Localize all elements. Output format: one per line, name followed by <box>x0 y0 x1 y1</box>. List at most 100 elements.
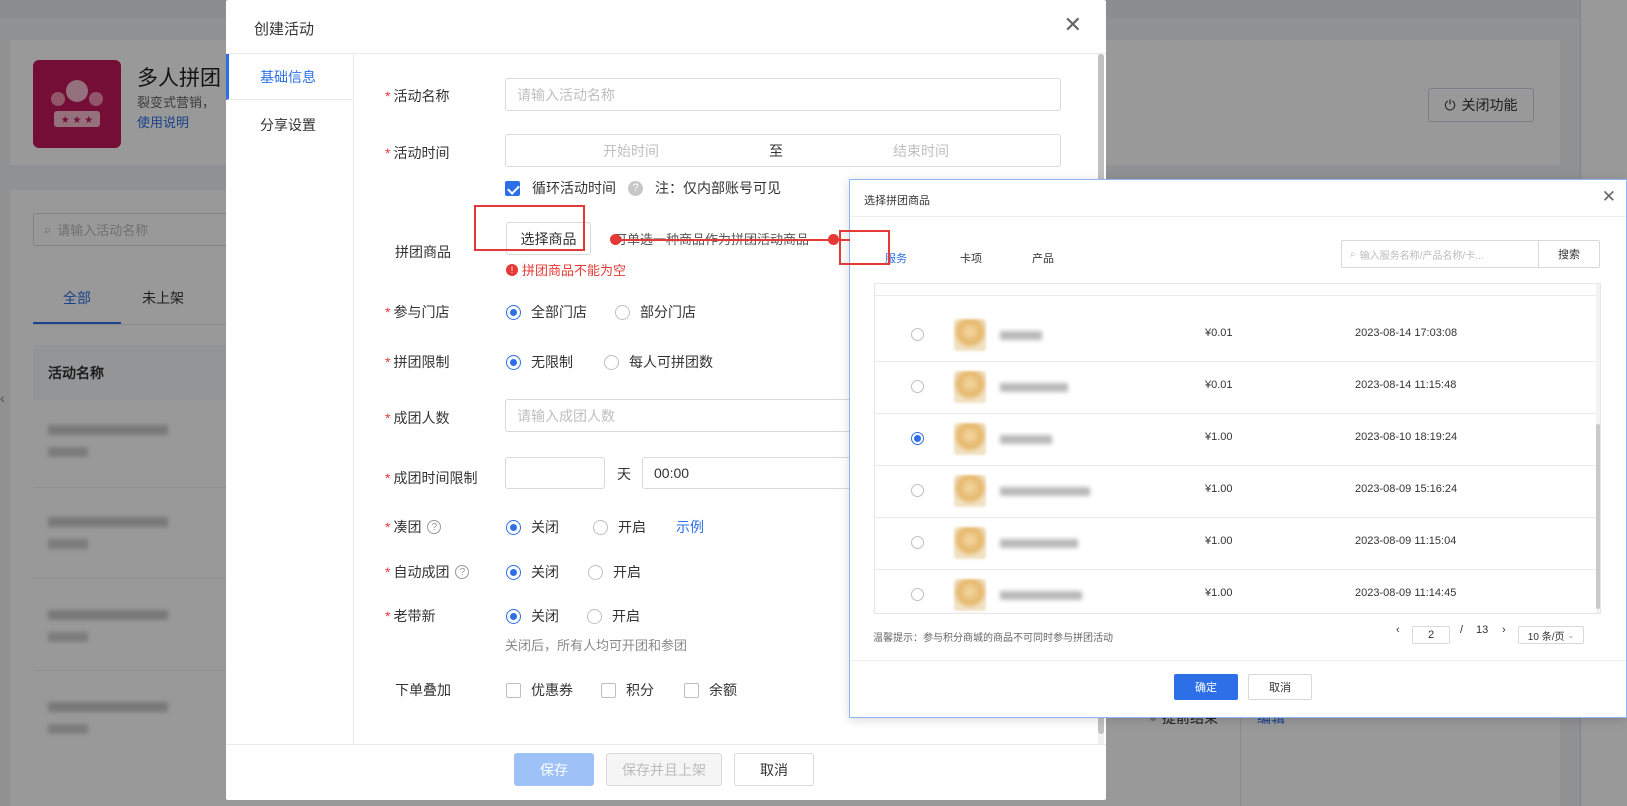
product-time: 2023-08-09 15:16:24 <box>1355 483 1458 495</box>
nav-share-settings[interactable]: 分享设置 <box>226 102 354 148</box>
modal-side-nav: 基础信息 分享设置 <box>226 54 354 744</box>
auto-group-label: * 自动成团? <box>385 562 470 582</box>
table-row[interactable]: ¥1.00 2023-08-09 15:16:24 <box>875 465 1600 518</box>
page-total: 13 <box>1476 624 1489 636</box>
page-size-select[interactable]: 10 条/页 ⌄ <box>1518 626 1584 644</box>
checkbox-icon[interactable] <box>506 682 521 698</box>
days-unit: 天 <box>617 466 631 482</box>
radio-icon[interactable] <box>593 519 608 535</box>
product-thumbnail <box>954 371 986 403</box>
limit-option-none[interactable]: 无限制 <box>506 352 573 372</box>
stack-option-coupon[interactable]: 优惠券 <box>506 680 573 700</box>
radio-icon[interactable] <box>604 354 619 370</box>
product-time: 2023-08-14 17:03:08 <box>1355 327 1458 339</box>
table-row[interactable]: ¥0.01 2023-08-14 11:15:48 <box>875 361 1600 414</box>
row-radio-checked[interactable] <box>911 432 924 445</box>
example-link[interactable]: 示例 <box>676 517 704 537</box>
row-radio[interactable] <box>911 536 924 549</box>
save-and-publish-button[interactable]: 保存并且上架 <box>606 753 722 786</box>
chevron-down-icon: ⌄ <box>1567 630 1575 640</box>
group-size-label: * 成团人数 <box>385 410 450 426</box>
table-row[interactable] <box>875 284 1600 296</box>
chevron-left-icon[interactable]: ‹ <box>1396 624 1400 636</box>
radio-checked-icon[interactable] <box>506 564 521 580</box>
auto-group-option-off[interactable]: 关闭 <box>506 562 559 582</box>
table-row[interactable]: ¥1.00 2023-08-10 18:19:24 <box>875 413 1600 466</box>
radio-icon[interactable] <box>587 608 602 624</box>
product-name-blurred <box>1000 487 1090 496</box>
picker-search-input[interactable]: ⌕ 输入服务名称/产品名称/卡... <box>1341 240 1539 268</box>
product-error: ! 拼团商品不能为空 <box>506 260 626 279</box>
row-radio[interactable] <box>911 484 924 497</box>
fill-group-option-off[interactable]: 关闭 <box>506 517 559 537</box>
annotation-connector <box>615 239 850 241</box>
help-icon[interactable]: ? <box>427 520 442 534</box>
help-icon[interactable]: ? <box>455 565 470 579</box>
loop-note: 注：仅内部账号可见 <box>655 180 781 196</box>
activity-name-input[interactable]: 请输入活动名称 <box>505 78 1061 111</box>
stack-option-balance[interactable]: 余额 <box>684 680 737 700</box>
product-name-blurred <box>1000 383 1068 392</box>
stack-option-points[interactable]: 积分 <box>601 680 654 700</box>
divider <box>850 660 1626 661</box>
divider <box>850 216 1626 217</box>
help-icon[interactable]: ? <box>628 180 643 196</box>
modal-footer: 保存 保存并且上架 取消 <box>226 744 1106 800</box>
table-row[interactable]: ¥0.01 2023-08-14 17:03:08 <box>875 309 1600 362</box>
fill-group-option-on[interactable]: 开启 <box>593 517 646 537</box>
picker-tab-product[interactable]: 产品 <box>1032 250 1054 266</box>
radio-icon[interactable] <box>615 304 630 320</box>
row-radio[interactable] <box>911 328 924 341</box>
checkbox-icon[interactable] <box>684 682 699 698</box>
auto-group-option-on[interactable]: 开启 <box>588 562 641 582</box>
save-button[interactable]: 保存 <box>514 753 594 786</box>
table-row[interactable]: ¥1.00 2023-08-09 11:15:04 <box>875 517 1600 570</box>
row-radio[interactable] <box>911 588 924 601</box>
limit-option-per-person[interactable]: 每人可拼团数 <box>604 352 713 372</box>
radio-checked-icon[interactable] <box>506 608 521 624</box>
checkbox-checked-icon[interactable] <box>505 180 520 196</box>
old-new-option-on[interactable]: 开启 <box>587 606 640 626</box>
page-input[interactable]: 2 <box>1412 626 1450 644</box>
start-time-input[interactable]: 开始时间 <box>506 141 756 161</box>
product-thumbnail <box>954 319 986 351</box>
loop-activity-checkbox[interactable]: 循环活动时间 ? 注：仅内部账号可见 <box>505 178 781 198</box>
store-option-partial[interactable]: 部分门店 <box>615 302 696 322</box>
confirm-button[interactable]: 确定 <box>1174 674 1238 700</box>
checkbox-icon[interactable] <box>601 682 616 698</box>
fill-group-label: * 凑团? <box>385 517 442 537</box>
radio-icon[interactable] <box>588 564 603 580</box>
row-radio[interactable] <box>911 380 924 393</box>
picker-search-button[interactable]: 搜索 <box>1538 240 1600 268</box>
end-time-input[interactable]: 结束时间 <box>796 141 1046 161</box>
product-price: ¥1.00 <box>1205 535 1233 547</box>
activity-time-label: * 活动时间 <box>385 145 450 161</box>
range-separator: 至 <box>769 142 783 159</box>
product-name-blurred <box>1000 591 1082 600</box>
product-price: ¥0.01 <box>1205 327 1233 339</box>
product-price: ¥1.00 <box>1205 431 1233 443</box>
product-time: 2023-08-09 11:14:45 <box>1355 587 1457 599</box>
old-new-option-off[interactable]: 关闭 <box>506 606 559 626</box>
modal-title: 创建活动 <box>254 21 315 38</box>
radio-checked-icon[interactable] <box>506 304 521 320</box>
radio-checked-icon[interactable] <box>506 519 521 535</box>
nav-basic-info[interactable]: 基础信息 <box>226 54 354 100</box>
store-option-all[interactable]: 全部门店 <box>506 302 587 322</box>
days-input[interactable] <box>505 457 605 489</box>
close-icon[interactable]: ✕ <box>1602 187 1616 207</box>
table-row[interactable]: ¥1.00 2023-08-09 11:14:45 <box>875 569 1600 613</box>
picker-cancel-button[interactable]: 取消 <box>1248 674 1312 700</box>
product-label: 拼团商品 <box>395 244 451 260</box>
chevron-right-icon[interactable]: › <box>1502 624 1506 636</box>
activity-time-range[interactable]: 开始时间 至 结束时间 <box>505 134 1061 167</box>
store-label: * 参与门店 <box>385 304 450 320</box>
cancel-button[interactable]: 取消 <box>734 753 814 786</box>
loop-activity-label: 循环活动时间 <box>532 180 616 196</box>
close-icon[interactable]: ✕ <box>1064 14 1082 36</box>
product-price: ¥1.00 <box>1205 587 1233 599</box>
picker-tab-card[interactable]: 卡项 <box>960 250 982 266</box>
product-time: 2023-08-10 18:19:24 <box>1355 431 1458 443</box>
table-scrollbar[interactable] <box>1596 284 1600 613</box>
radio-checked-icon[interactable] <box>506 354 521 370</box>
